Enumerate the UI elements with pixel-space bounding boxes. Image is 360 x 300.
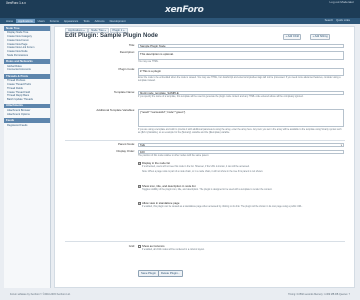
quick-links[interactable]: Quick Links [336,19,350,22]
display-in-list-checkbox[interactable]: ✓ [138,162,141,165]
main-content: Applications » Node Tree » Plugin 1 » Ed… [54,26,355,288]
sidebar-heading: Node Tree [4,26,50,31]
show-as-columns-checkbox[interactable] [138,245,141,248]
sidebar-item-batch-update-threads[interactable]: Batch Update Threads [4,98,50,102]
navigation-bar: Home Applications Users Forums Appearanc… [0,18,360,24]
sidebar: Node Tree Display Node Tree Create New C… [4,26,51,288]
display-in-list-hint: If unchecked, users will not see this no… [142,166,250,168]
sidebar-heading: Feeds [4,118,50,123]
brand-label: XenForo 1.x.x [6,1,26,5]
parent-node-label: Parent Node: [117,142,135,146]
tab-forums[interactable]: Forums [48,19,61,23]
template-name-hint: If you specify the name of a template, t… [138,96,304,98]
tab-addons[interactable]: Add-ons [93,19,107,23]
sidebar-item-connected-accounts[interactable]: Connected Accounts [4,68,50,72]
sidebar-group-attachments: Attachments Attachment Browser Attachmen… [4,103,50,117]
sidebar-item-registered-feeds[interactable]: Registered Feeds [4,123,50,127]
additional-variables-label: Additional Template Variables: [96,108,135,112]
sidebar-heading: Roles and Networks [4,59,50,64]
divider [65,140,345,141]
sidebar-group-node-tree: Node Tree Display Node Tree Create New C… [4,26,50,57]
show-icon-title-label[interactable]: Show icon, title, and description in nod… [142,184,195,188]
footer-copyright: Forum software by XenForo™ ©2010-2015 Xe… [10,293,71,296]
chevron-down-icon: ▾ [340,144,342,148]
grid-hint: If enabled, all child nodes will be rend… [142,249,205,251]
grid-label: Grid: [128,244,135,248]
add-sibling-button[interactable]: + Add Sibling [310,34,331,41]
footer-debug-info: Timing: 0.0592 seconds Memory: 4.469 MB … [288,293,350,296]
display-order-hint: The position of this node relative to ot… [138,155,209,157]
page-title: Edit Plugin: Sample Plugin Node [65,33,159,39]
standalone-page-hint: If enabled, this plugin can be viewed as… [142,206,303,208]
logo[interactable]: xenForo [165,5,204,16]
additional-variables-input[interactable]: {"result":"successful","code":"green"} [138,109,344,127]
sidebar-group-feeds: Feeds Registered Feeds [4,118,50,127]
add-child-button[interactable]: + Add Child [283,34,302,41]
show-icon-title-hint: Toggles visibility of the plugin icon, t… [142,189,273,191]
sidebar-item-attachment-options[interactable]: Attachment Options [4,112,50,116]
divider [65,241,345,242]
title-input[interactable]: Sample Plugin Node [138,44,344,48]
display-order-input[interactable]: 100 [138,150,344,154]
description-input[interactable]: This description is optional. [138,51,344,60]
nav-tabs: Home Applications Users Forums Appearanc… [4,19,128,24]
nav-right: Search Quick Links [325,19,350,22]
description-hint: You may use HTML. [138,61,159,63]
parent-node-value: Talk [140,143,145,148]
sidebar-heading: Threads & Posts [4,74,50,79]
save-plugin-button[interactable]: Save Plugin [138,270,159,277]
display-order-label: Display Order: [116,149,135,153]
sidebar-group-threads: Threads & Posts Thread Prefixes Create T… [4,74,50,102]
sidebar-item-node-permissions[interactable]: Node Permissions [4,54,50,58]
tab-home[interactable]: Home [4,19,15,23]
standalone-page-checkbox[interactable]: ✓ [138,202,141,205]
plugin-code-label: Plugin Code: [118,67,135,71]
tab-appearance[interactable]: Appearance [62,19,81,23]
display-in-list-hint-2: Note: When a page node is part of a node… [142,171,264,173]
standalone-page-label[interactable]: Allow view in standalone page [142,201,179,205]
sidebar-group-roles: Roles and Networks Global Roles Connecte… [4,59,50,72]
plugin-code-hint: Enter the code to be embedded when the n… [138,77,341,82]
title-label: Title: [128,43,135,47]
utility-links[interactable]: Log out Moderator [329,0,354,5]
template-name-input[interactable]: block:node_template_SAMPLE [138,91,344,95]
plugin-code-input[interactable]: # This is a plugin [138,68,344,76]
tab-tools[interactable]: Tools [81,19,91,23]
template-name-label: Template Name: [113,90,135,94]
footer: Forum software by XenForo™ ©2010-2015 Xe… [4,290,356,298]
show-as-columns-label[interactable]: Show as Columns [142,244,165,248]
top-bar: XenForo 1.x.x Log out Moderator xenForo [0,0,360,18]
display-in-list-label[interactable]: Display in the node list [142,161,170,165]
search-link[interactable]: Search [325,19,334,22]
tab-development[interactable]: Development [108,19,128,23]
delete-plugin-button[interactable]: Delete Plugin... [158,270,183,277]
tab-applications[interactable]: Applications [16,19,35,24]
additional-variables-hint: If you are using a template and wish to … [138,129,342,134]
parent-node-select[interactable]: Talk ▾ [138,143,344,147]
show-icon-title-checkbox[interactable]: ✓ [138,185,141,188]
description-label: Description: [119,50,135,54]
tab-users[interactable]: Users [36,19,47,23]
sidebar-heading: Attachments [4,103,50,109]
